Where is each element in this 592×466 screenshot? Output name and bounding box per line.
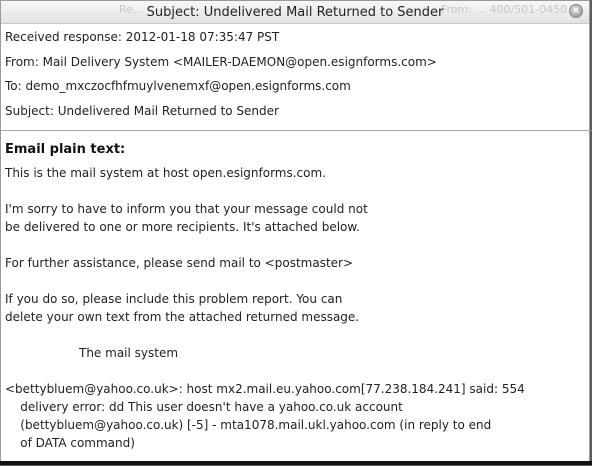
- dialog-title: Subject: Undelivered Mail Returned to Se…: [146, 5, 444, 20]
- body-line: delivery error: dd This user doesn't hav…: [5, 400, 403, 414]
- email-dialog: Re... From: ... 400/501-0450 ... Subject…: [0, 0, 591, 466]
- body-line: be delivered to one or more recipients. …: [5, 220, 360, 234]
- body-line: For further assistance, please send mail…: [5, 256, 354, 270]
- email-headers: Received response: 2012-01-18 07:35:47 P…: [1, 24, 591, 126]
- body-line: of DATA command): [5, 436, 135, 450]
- subject-line: Subject: Undelivered Mail Returned to Se…: [5, 103, 279, 118]
- close-icon[interactable]: ×: [569, 4, 583, 18]
- signature-line: The mail system: [79, 346, 179, 360]
- body-line: <bettybluem@yahoo.co.uk>: host mx2.mail.…: [5, 382, 525, 396]
- divider: [1, 130, 591, 131]
- body-line: delete your own text from the attached r…: [5, 310, 360, 324]
- email-body: Email plain text: This is the mail syste…: [5, 136, 585, 452]
- body-line: I'm sorry to have to inform you that you…: [5, 202, 368, 216]
- body-heading: Email plain text:: [5, 142, 126, 157]
- to-line: To: demo_mxczocfhfmuylvenemxf@open.esign…: [5, 79, 351, 93]
- body-line: If you do so, please include this proble…: [5, 292, 343, 306]
- dialog-content: Received response: 2012-01-18 07:35:47 P…: [1, 24, 591, 466]
- title-bar[interactable]: Re... From: ... 400/501-0450 ... Subject…: [1, 1, 589, 24]
- from-line: From: Mail Delivery System <MAILER-DAEMO…: [5, 54, 437, 69]
- body-line: (bettybluem@yahoo.co.uk) [-5] - mta1078.…: [5, 418, 492, 432]
- body-line: This is the mail system at host open.esi…: [5, 166, 326, 180]
- bottom-edge: [0, 461, 592, 465]
- received-line: Received response: 2012-01-18 07:35:47 P…: [5, 30, 280, 44]
